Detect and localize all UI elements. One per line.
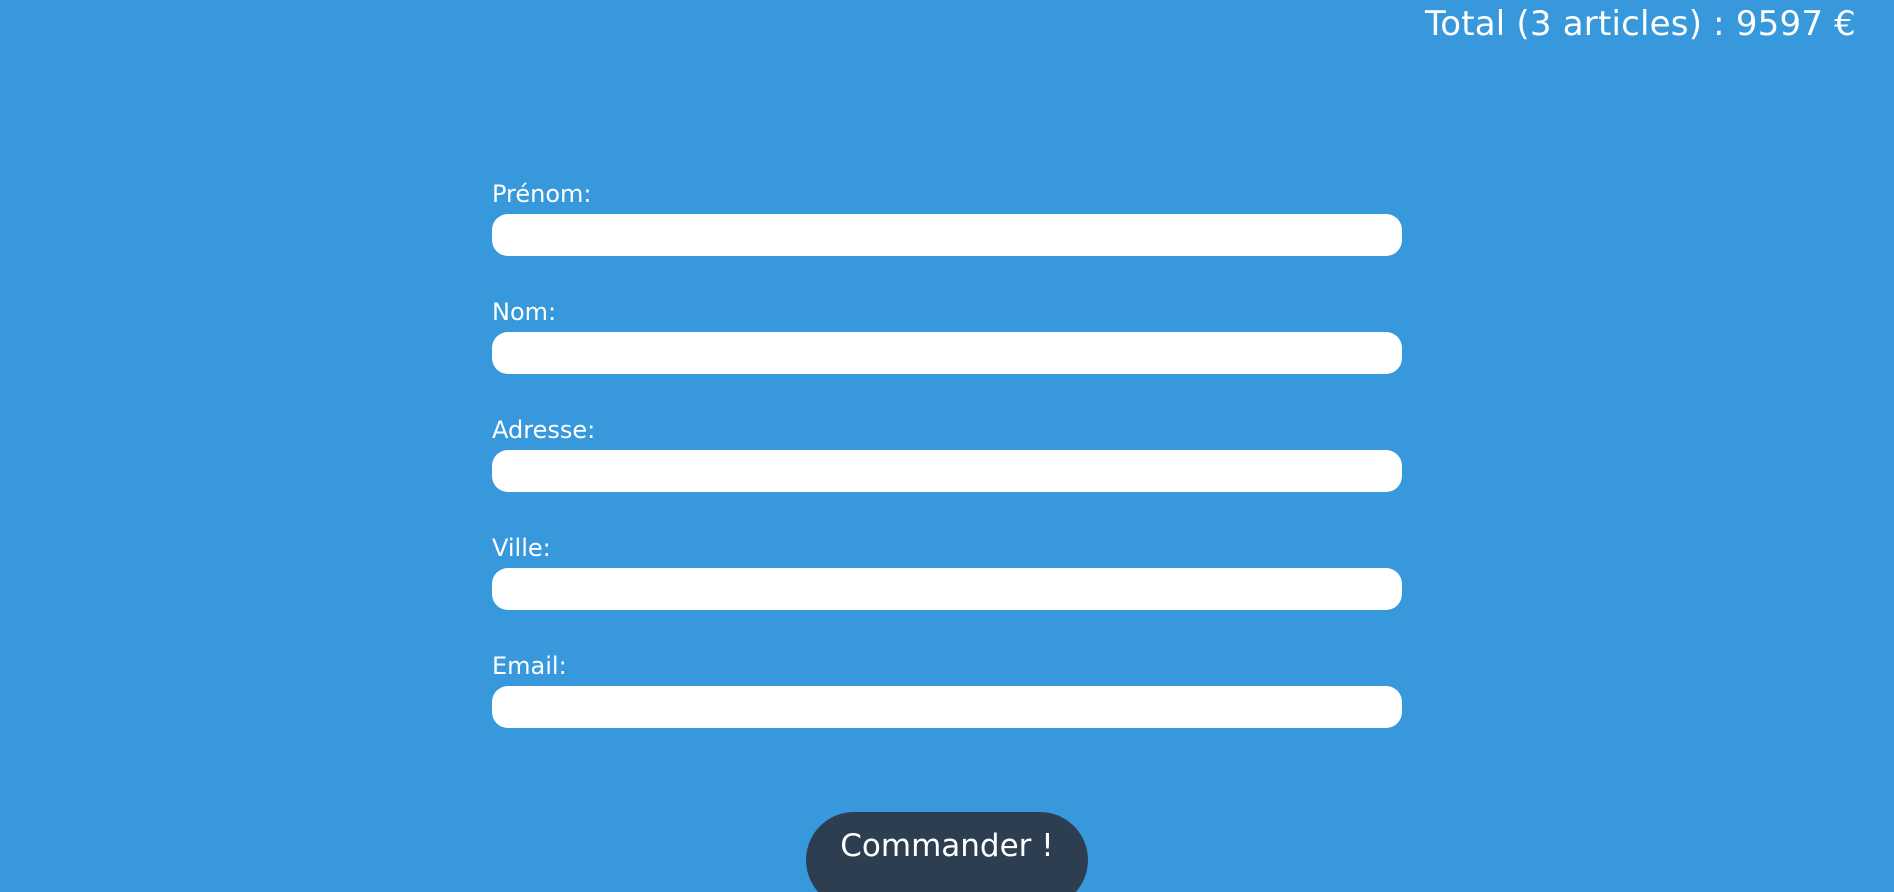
order-form: Prénom: Nom: Adresse: Ville: Email:	[492, 178, 1402, 728]
field-first-name: Prénom:	[492, 178, 1402, 256]
last-name-label: Nom:	[492, 298, 557, 326]
first-name-input[interactable]	[492, 214, 1402, 256]
last-name-input[interactable]	[492, 332, 1402, 374]
field-email: Email:	[492, 650, 1402, 728]
order-button[interactable]: Commander !	[806, 812, 1088, 892]
email-input[interactable]	[492, 686, 1402, 728]
checkout-page: Total (3 articles) : 9597 € Prénom: Nom:…	[0, 0, 1894, 892]
address-input[interactable]	[492, 450, 1402, 492]
first-name-label: Prénom:	[492, 180, 592, 208]
field-last-name: Nom:	[492, 296, 1402, 374]
field-city: Ville:	[492, 532, 1402, 610]
city-input[interactable]	[492, 568, 1402, 610]
email-label: Email:	[492, 652, 567, 680]
cart-total: Total (3 articles) : 9597 €	[1425, 4, 1856, 44]
field-address: Adresse:	[492, 414, 1402, 492]
address-label: Adresse:	[492, 416, 596, 444]
city-label: Ville:	[492, 534, 551, 562]
